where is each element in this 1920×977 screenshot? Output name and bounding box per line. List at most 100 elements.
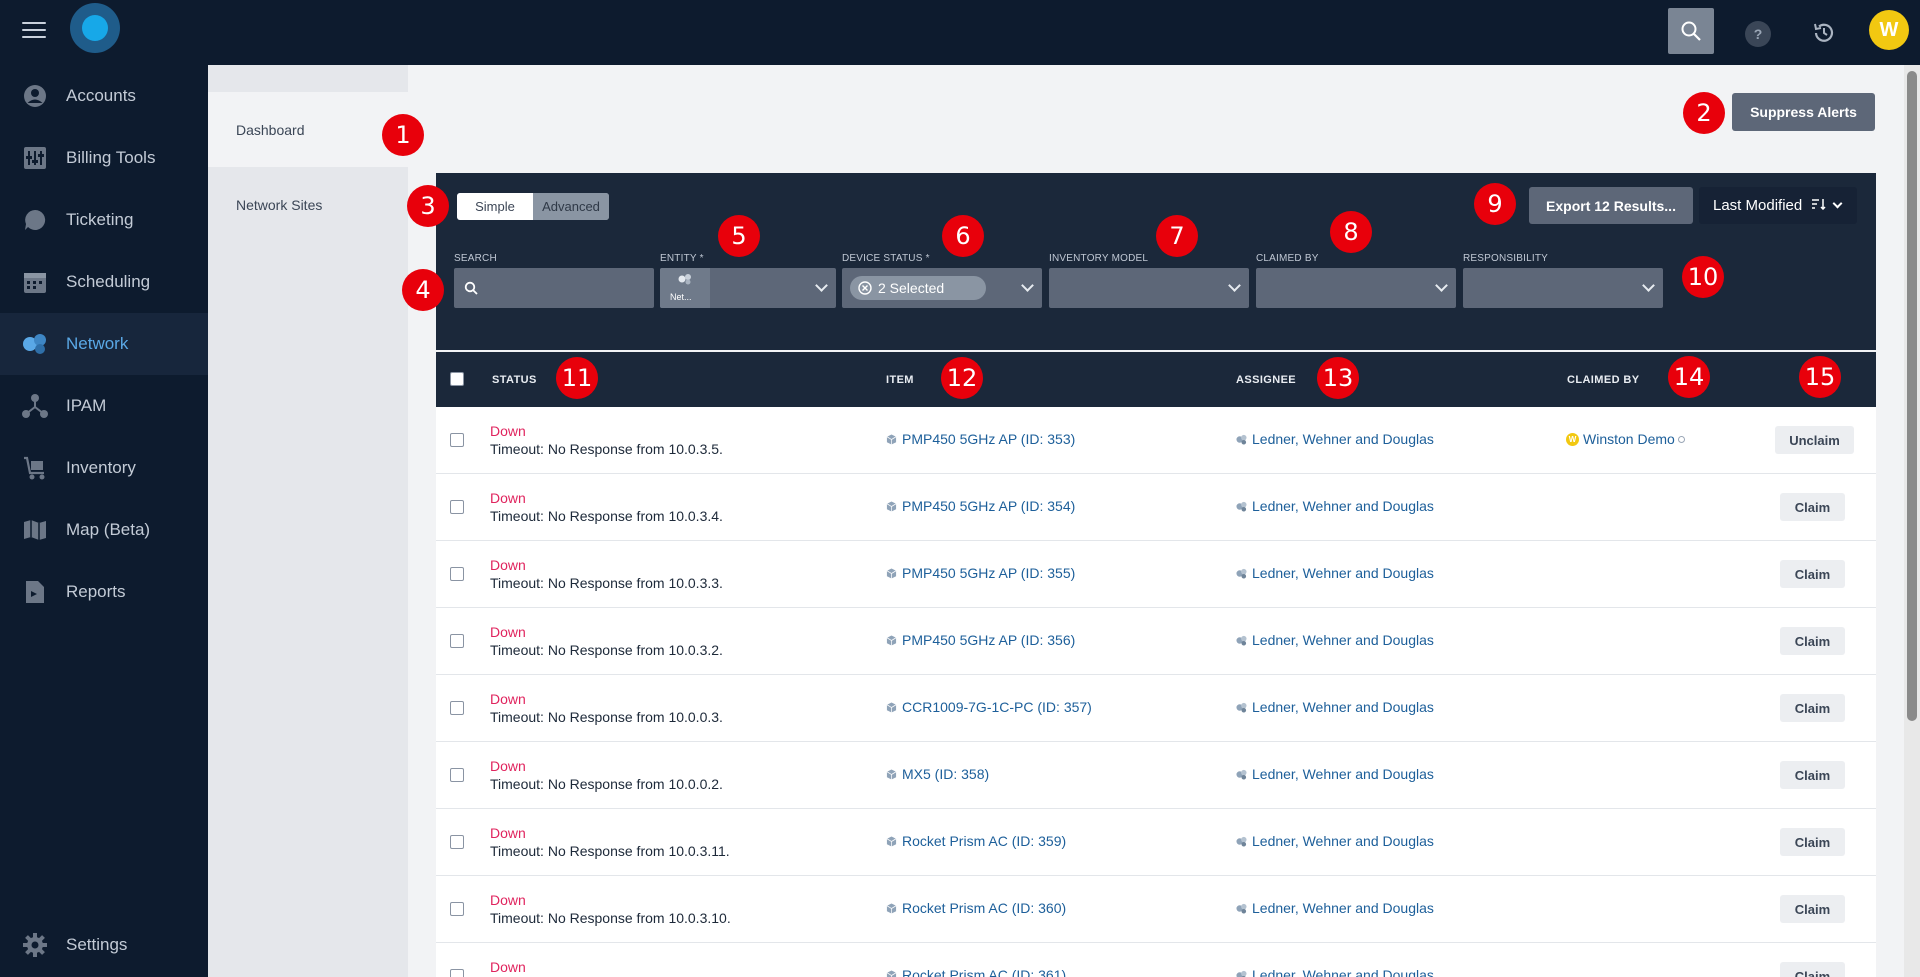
claimed-by-label: CLAIMED BY: [1256, 253, 1319, 264]
sidebar-item-scheduling[interactable]: Scheduling: [0, 251, 208, 313]
device-status-select[interactable]: 2 Selected: [842, 268, 1042, 308]
table-row[interactable]: Down Timeout: No Response from 10.0.3.4. P…: [436, 474, 1876, 541]
annotation-marker: 13: [1317, 357, 1359, 399]
sidebar-item-map[interactable]: Map (Beta): [0, 499, 208, 561]
item-label: Rocket Prism AC (ID: 360): [902, 900, 1067, 916]
assignee-link[interactable]: Ledner, Wehner and Douglas: [1236, 431, 1434, 447]
table-row[interactable]: Down Timeout: No Response from 10.0.3.3. P…: [436, 541, 1876, 608]
sidebar-item-accounts[interactable]: Accounts: [0, 65, 208, 127]
column-header-claimed-by[interactable]: CLAIMED BY: [1567, 374, 1639, 386]
row-checkbox[interactable]: [450, 433, 464, 447]
unclaim-button[interactable]: Unclaim: [1775, 426, 1854, 454]
row-checkbox[interactable]: [450, 902, 464, 916]
status-text: Down: [490, 825, 526, 841]
item-link[interactable]: CCR1009-7G-1C-PC (ID: 357): [886, 699, 1092, 715]
hamburger-menu-icon[interactable]: [22, 22, 46, 42]
item-link[interactable]: PMP450 5GHz AP (ID: 354): [886, 498, 1075, 514]
row-checkbox[interactable]: [450, 835, 464, 849]
claimed-by-link[interactable]: W Winston Demo: [1566, 431, 1685, 447]
item-link[interactable]: PMP450 5GHz AP (ID: 355): [886, 565, 1075, 581]
row-checkbox[interactable]: [450, 969, 464, 977]
sidebar-item-billing-tools[interactable]: Billing Tools: [0, 127, 208, 189]
toggle-simple[interactable]: Simple: [457, 193, 533, 220]
sidebar-item-inventory[interactable]: Inventory: [0, 437, 208, 499]
status-message: Timeout: No Response from 10.0.3.2.: [490, 642, 723, 658]
table-row[interactable]: Down Timeout: No Response from 10.0.3.2. P…: [436, 608, 1876, 675]
device-cube-icon: [886, 433, 897, 445]
page-scrollbar[interactable]: [1904, 65, 1920, 977]
network-icon: [1236, 568, 1247, 579]
user-circle-icon: [22, 83, 48, 109]
assignee-link[interactable]: Ledner, Wehner and Douglas: [1236, 900, 1434, 916]
history-icon[interactable]: [1810, 19, 1838, 47]
sidebar-item-ipam[interactable]: IPAM: [0, 375, 208, 437]
entity-select[interactable]: Net...: [660, 268, 836, 308]
claim-button[interactable]: Claim: [1780, 895, 1845, 923]
network-icon: [1236, 434, 1247, 445]
column-header-item[interactable]: ITEM: [886, 374, 914, 386]
toggle-advanced[interactable]: Advanced: [533, 193, 609, 220]
sidebar-item-settings[interactable]: Settings: [0, 914, 208, 976]
close-circle-icon[interactable]: [858, 281, 872, 295]
table-row[interactable]: Down Timeout: No Response from 10.0.0.2. M…: [436, 742, 1876, 809]
assignee-link[interactable]: Ledner, Wehner and Douglas: [1236, 498, 1434, 514]
claim-button[interactable]: Claim: [1780, 627, 1845, 655]
scrollbar-thumb[interactable]: [1907, 71, 1917, 721]
suppress-alerts-button[interactable]: Suppress Alerts: [1732, 93, 1875, 131]
claim-button[interactable]: Claim: [1780, 962, 1845, 977]
sidebar-item-network[interactable]: Network: [0, 313, 208, 375]
table-row[interactable]: Down Timeout: No Response from 10.0.0.3. C…: [436, 675, 1876, 742]
export-results-button[interactable]: Export 12 Results...: [1529, 187, 1693, 224]
sidebar-item-label: Reports: [66, 582, 126, 601]
claim-button[interactable]: Claim: [1780, 694, 1845, 722]
item-link[interactable]: Rocket Prism AC (ID: 360): [886, 900, 1066, 916]
assignee-link[interactable]: Ledner, Wehner and Douglas: [1236, 632, 1434, 648]
entity-chip: Net...: [660, 268, 710, 308]
item-link[interactable]: PMP450 5GHz AP (ID: 356): [886, 632, 1075, 648]
assignee-link[interactable]: Ledner, Wehner and Douglas: [1236, 833, 1434, 849]
user-avatar[interactable]: W: [1869, 10, 1909, 50]
sidebar-item-label: Scheduling: [66, 272, 151, 291]
item-link[interactable]: Rocket Prism AC (ID: 361): [886, 967, 1066, 977]
row-checkbox[interactable]: [450, 768, 464, 782]
network-icon: [1236, 635, 1247, 646]
app-logo[interactable]: [70, 3, 120, 53]
sidebar-item-label: Inventory: [66, 458, 136, 477]
sidebar-item-label: Accounts: [66, 86, 136, 105]
table-row[interactable]: Down Timeout: No Response from 10.0.3.10.…: [436, 876, 1876, 943]
assignee-link[interactable]: Ledner, Wehner and Douglas: [1236, 565, 1434, 581]
select-all-checkbox[interactable]: [450, 372, 464, 386]
global-search-button[interactable]: [1668, 8, 1714, 54]
item-link[interactable]: Rocket Prism AC (ID: 359): [886, 833, 1066, 849]
claim-button[interactable]: Claim: [1780, 761, 1845, 789]
column-header-status[interactable]: STATUS: [492, 374, 537, 386]
row-checkbox[interactable]: [450, 567, 464, 581]
item-link[interactable]: PMP450 5GHz AP (ID: 353): [886, 431, 1075, 447]
table-row[interactable]: Down Timeout: No Response from 10.0.3.5. P…: [436, 407, 1876, 474]
claim-button[interactable]: Claim: [1780, 560, 1845, 588]
claim-button[interactable]: Claim: [1780, 828, 1845, 856]
column-header-assignee[interactable]: ASSIGNEE: [1236, 374, 1296, 386]
row-checkbox[interactable]: [450, 634, 464, 648]
assignee-link[interactable]: Ledner, Wehner and Douglas: [1236, 766, 1434, 782]
row-checkbox[interactable]: [450, 701, 464, 715]
device-status-chip[interactable]: 2 Selected: [850, 276, 986, 300]
claimed-by-select[interactable]: [1256, 268, 1456, 308]
item-link[interactable]: MX5 (ID: 358): [886, 766, 989, 782]
table-row[interactable]: Down Rocket Prism AC (ID: 361) Ledner, Weh…: [436, 943, 1876, 977]
subnav-dashboard[interactable]: Dashboard: [208, 92, 408, 167]
search-input[interactable]: [454, 268, 654, 308]
sort-dropdown[interactable]: Last Modified: [1699, 187, 1857, 224]
inventory-model-select[interactable]: [1049, 268, 1249, 308]
annotation-marker: 15: [1799, 356, 1841, 398]
sidebar-item-ticketing[interactable]: Ticketing: [0, 189, 208, 251]
assignee-link[interactable]: Ledner, Wehner and Douglas: [1236, 699, 1434, 715]
help-icon[interactable]: ?: [1745, 21, 1771, 47]
claim-button[interactable]: Claim: [1780, 493, 1845, 521]
subnav-network-sites[interactable]: Network Sites: [208, 167, 408, 242]
assignee-link[interactable]: Ledner, Wehner and Douglas: [1236, 967, 1434, 977]
table-row[interactable]: Down Timeout: No Response from 10.0.3.11.…: [436, 809, 1876, 876]
sidebar-item-reports[interactable]: Reports: [0, 561, 208, 623]
row-checkbox[interactable]: [450, 500, 464, 514]
responsibility-select[interactable]: [1463, 268, 1663, 308]
